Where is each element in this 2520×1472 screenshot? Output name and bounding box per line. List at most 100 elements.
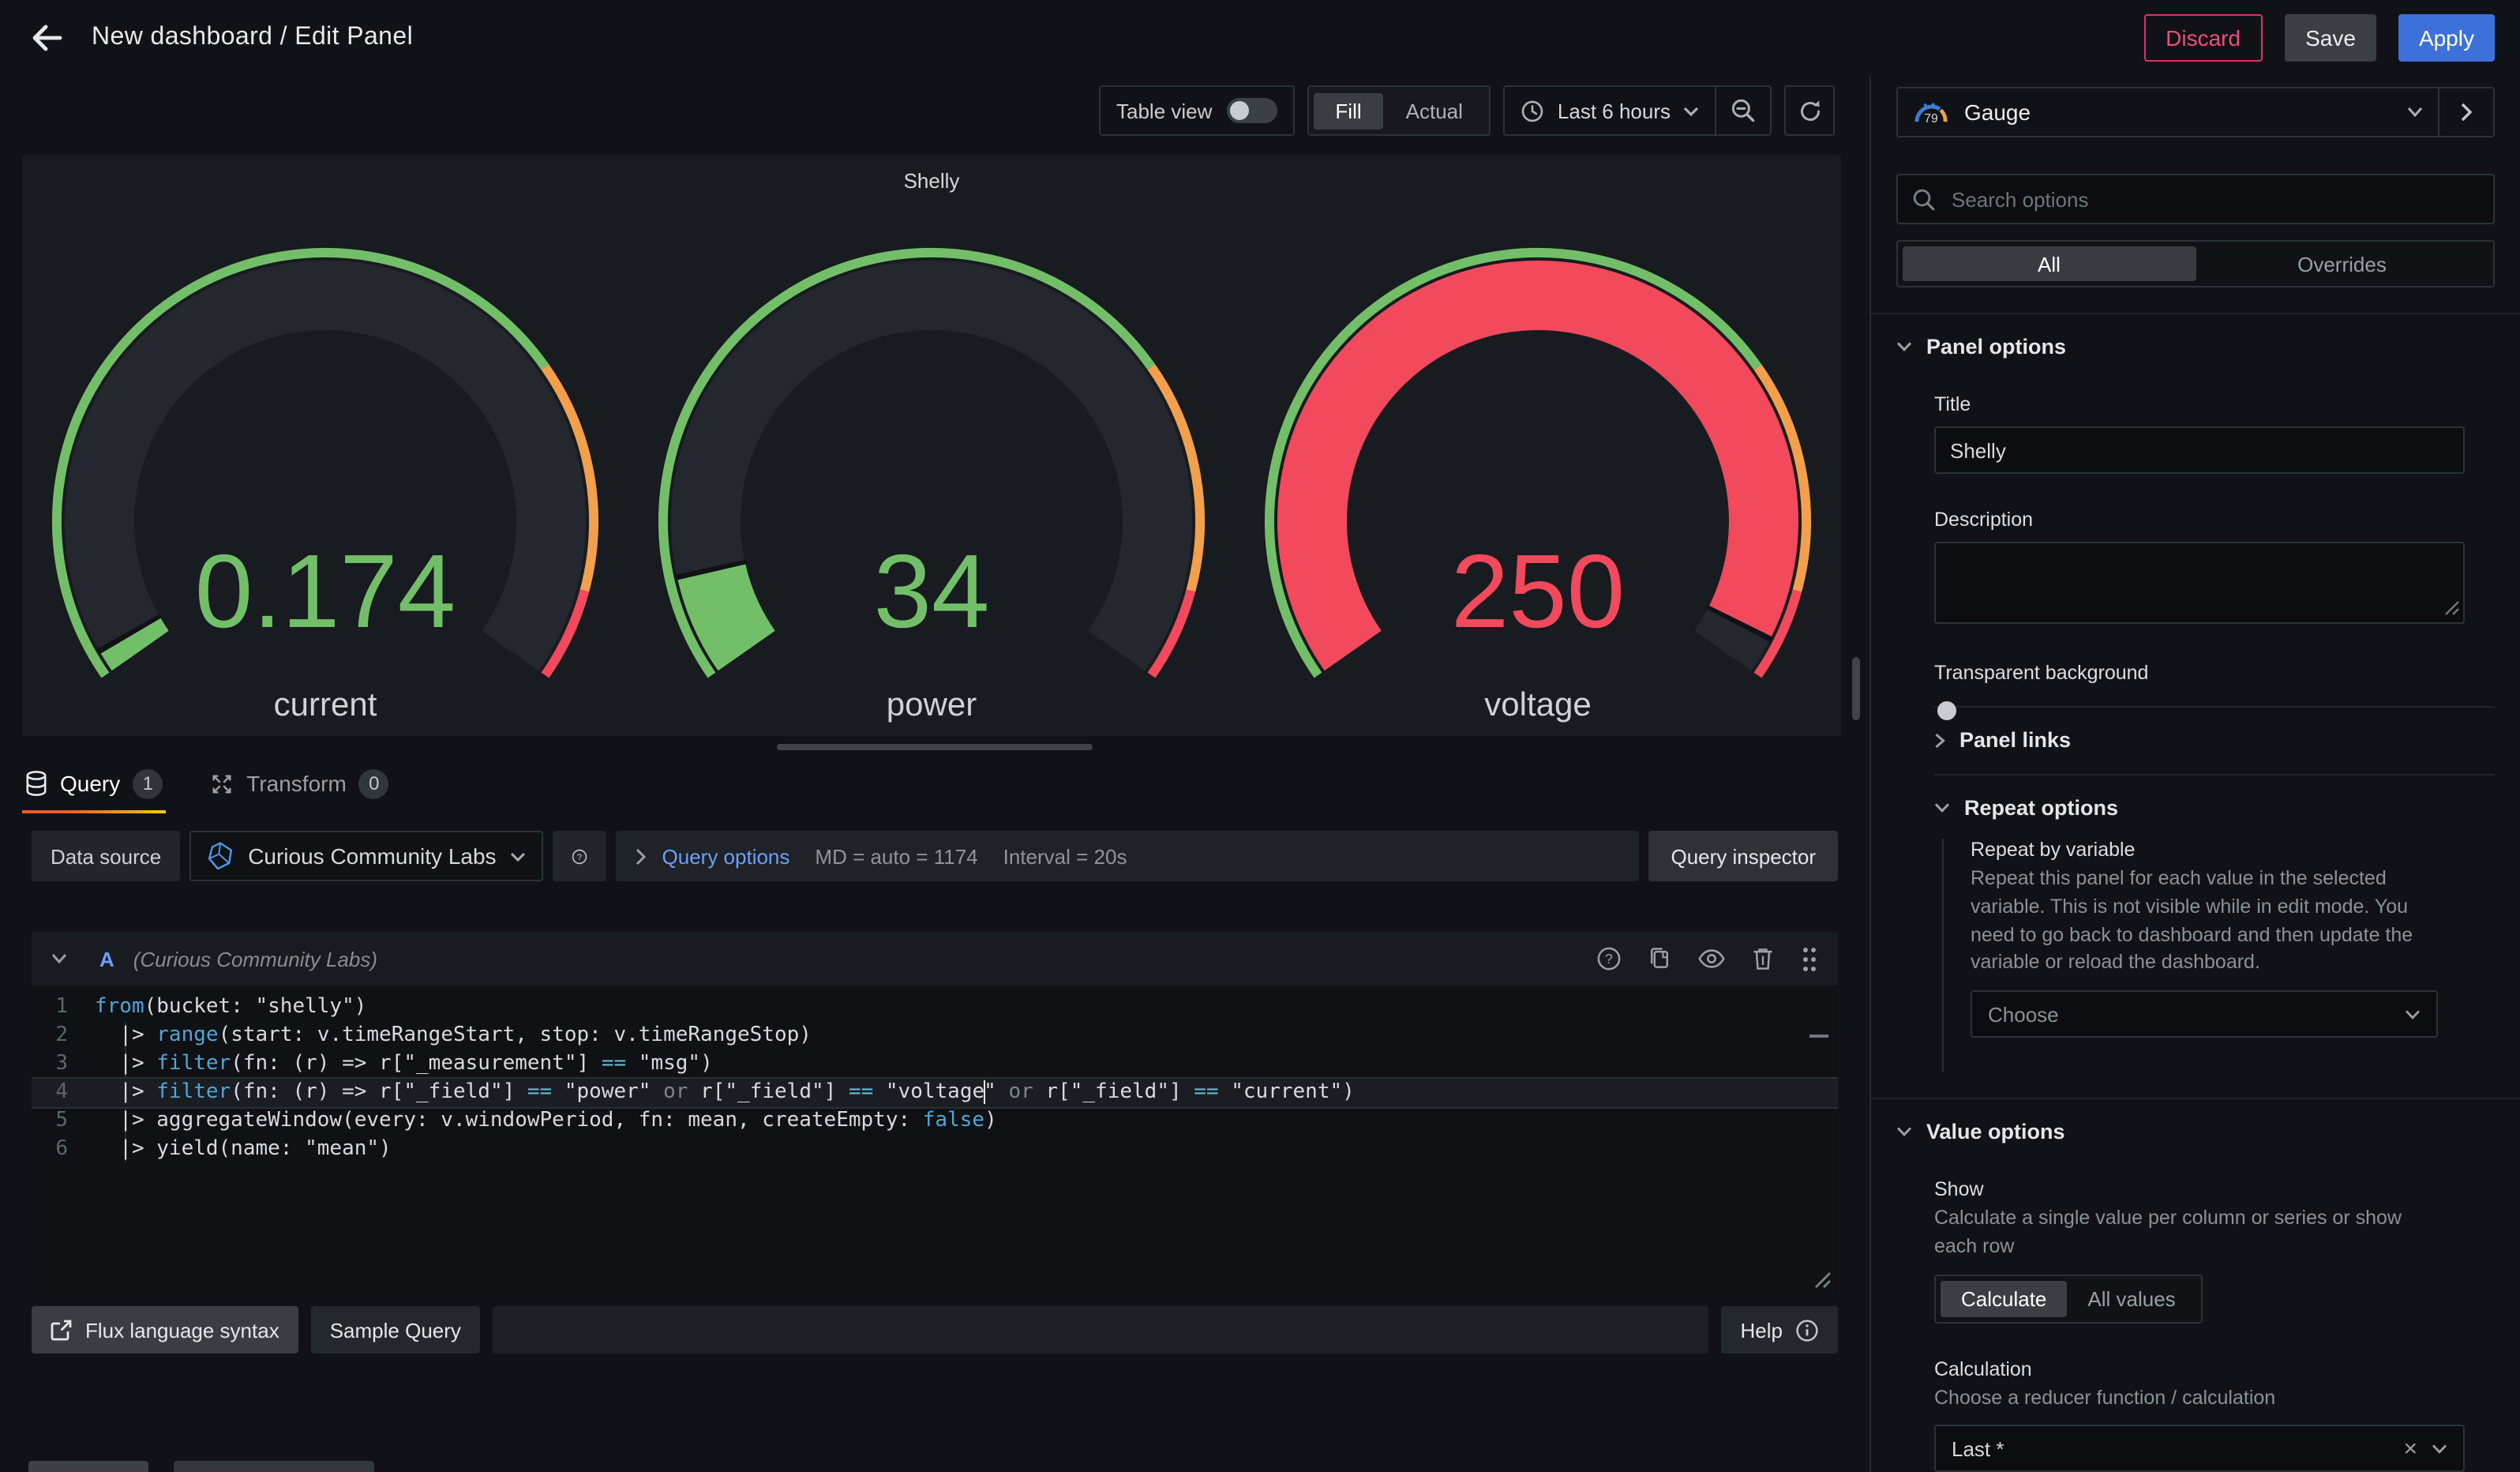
code-line-4[interactable]: 4 |> filter(fn: (r) => r["_field"] == "p… — [32, 1077, 1838, 1109]
apply-button[interactable]: Apply — [2398, 14, 2495, 62]
time-range-picker[interactable]: Last 6 hours — [1506, 87, 1715, 134]
datasource-row: Data source Curious Community Labs ? Que… — [32, 831, 1838, 881]
section-panel-links[interactable]: Panel links — [1934, 728, 2495, 752]
table-view-toggle[interactable] — [1226, 98, 1277, 123]
query-options-link[interactable]: Query options — [662, 844, 790, 868]
save-button[interactable]: Save — [2285, 14, 2376, 62]
calculation-value: Last * — [1952, 1437, 2403, 1461]
query-ref-id[interactable]: A — [99, 947, 114, 971]
code-line-5[interactable]: 5 |> aggregateWindow(every: v.windowPeri… — [32, 1107, 1838, 1136]
datasource-label: Data source — [32, 831, 180, 881]
show-label: Show — [1934, 1178, 2495, 1200]
chevron-down-icon — [1896, 341, 1912, 352]
panel-title-input[interactable] — [1934, 426, 2465, 474]
code-text: |> filter(fn: (r) => r["_field"] == "pow… — [95, 1079, 1355, 1107]
section-panel-options[interactable]: Panel options — [1896, 335, 2495, 359]
query-datasource-hint: (Curious Community Labs) — [133, 947, 377, 971]
calculate-option[interactable]: Calculate — [1941, 1280, 2067, 1316]
svg-text:79: 79 — [1924, 111, 1937, 125]
chevron-down-icon — [1896, 1126, 1912, 1137]
panel-resize-handle[interactable] — [777, 744, 1093, 750]
query-inspector-button[interactable]: Query inspector — [1648, 831, 1838, 881]
code-text: |> yield(name: "mean") — [95, 1136, 392, 1164]
search-icon — [1912, 187, 1936, 211]
refresh-icon — [1798, 99, 1821, 122]
gauge-viz-icon: 79 — [1912, 99, 1950, 126]
collapse-chevron-icon[interactable] — [51, 952, 68, 965]
chevron-right-icon — [1934, 732, 1945, 748]
svg-text:?: ? — [1605, 951, 1613, 967]
query-count-badge: 1 — [133, 768, 163, 798]
zoom-out-button[interactable] — [1716, 87, 1770, 134]
line-number: 5 — [32, 1107, 95, 1136]
chevron-down-icon — [511, 851, 527, 862]
repeat-description: Repeat this panel for each value in the … — [1971, 866, 2444, 978]
code-text: |> aggregateWindow(every: v.windowPeriod… — [95, 1107, 997, 1136]
calculation-label: Calculation — [1934, 1357, 2495, 1380]
code-text: |> range(start: v.timeRangeStart, stop: … — [95, 1022, 812, 1050]
repeat-variable-select[interactable]: Choose — [1971, 990, 2438, 1038]
flux-code-editor[interactable]: 1from(bucket: "shelly")2 |> range(start:… — [32, 986, 1838, 1295]
options-search-input[interactable] — [1948, 186, 2479, 212]
chevron-down-icon — [2432, 1444, 2447, 1455]
add-query-button-cutoff[interactable] — [28, 1461, 148, 1472]
fill-option[interactable]: Fill — [1313, 92, 1383, 129]
panel-title: Shelly — [22, 155, 1841, 196]
database-icon — [25, 771, 47, 796]
query-options-bar[interactable]: Query options MD = auto = 1174 Interval … — [617, 831, 1640, 881]
actual-option[interactable]: Actual — [1384, 92, 1485, 129]
gauge-panel[interactable]: Shelly 0.174current34power250voltage — [22, 155, 1841, 736]
visualization-select[interactable]: 79 Gauge — [1898, 99, 2438, 126]
toggle-options-pane-button[interactable] — [2439, 88, 2493, 136]
expression-button-cutoff[interactable] — [174, 1461, 374, 1472]
help-circle-icon[interactable]: ? — [1596, 946, 1622, 971]
panel-toolbar: Table view Fill Actual Last 6 hours — [0, 76, 1869, 145]
gauge-current: 0.174 current — [22, 196, 628, 727]
flux-syntax-button[interactable]: Flux language syntax — [32, 1306, 298, 1354]
help-button[interactable]: Help — [1722, 1306, 1839, 1354]
section-repeat-options[interactable]: Repeat options — [1934, 796, 2495, 820]
section-title: Panel options — [1926, 335, 2066, 359]
gauge-label: voltage — [1484, 685, 1591, 723]
main-scrollbar-thumb[interactable] — [1852, 657, 1860, 720]
transform-count-badge: 0 — [359, 768, 389, 798]
code-line-3[interactable]: 3 |> filter(fn: (r) => r["_measurement"]… — [32, 1050, 1838, 1079]
sample-query-button[interactable]: Sample Query — [311, 1306, 480, 1354]
code-text: |> filter(fn: (r) => r["_measurement"] =… — [95, 1050, 713, 1079]
repeat-by-variable-label: Repeat by variable — [1971, 839, 2495, 861]
section-title: Value options — [1926, 1120, 2065, 1143]
filter-tab-all[interactable]: All — [1903, 246, 2196, 281]
chevron-down-icon — [2405, 1008, 2421, 1020]
code-line-2[interactable]: 2 |> range(start: v.timeRangeStart, stop… — [32, 1022, 1838, 1050]
calculation-select[interactable]: Last * × — [1934, 1425, 2465, 1472]
options-search[interactable] — [1896, 174, 2495, 224]
clear-icon[interactable]: × — [2403, 1436, 2417, 1463]
filter-tab-overrides[interactable]: Overrides — [2196, 246, 2488, 281]
gauge-value: 0.174 — [195, 533, 456, 649]
code-line-1[interactable]: 1from(bucket: "shelly") — [32, 993, 1838, 1022]
section-value-options[interactable]: Value options — [1896, 1120, 2495, 1143]
footer-strip — [493, 1306, 1709, 1354]
discard-button[interactable]: Discard — [2143, 14, 2263, 62]
datasource-help-button[interactable]: ? — [553, 831, 607, 881]
drag-handle-icon[interactable] — [1800, 945, 1819, 972]
trash-icon[interactable] — [1751, 946, 1775, 971]
tab-transform[interactable]: Transform 0 — [207, 753, 392, 813]
eye-icon[interactable] — [1697, 948, 1726, 970]
duplicate-icon[interactable] — [1647, 946, 1672, 971]
description-label: Description — [1934, 509, 2495, 531]
back-arrow-icon[interactable] — [25, 16, 69, 60]
gauge-label: current — [274, 685, 377, 723]
panel-description-textarea[interactable] — [1934, 542, 2465, 624]
tab-query[interactable]: Query 1 — [22, 753, 166, 813]
title-label: Title — [1934, 393, 2495, 415]
query-footer-row: Flux language syntax Sample Query Help — [32, 1306, 1838, 1354]
datasource-name: Curious Community Labs — [248, 843, 496, 869]
all-values-option[interactable]: All values — [2067, 1280, 2196, 1316]
code-line-6[interactable]: 6 |> yield(name: "mean") — [32, 1136, 1838, 1164]
main-area: Table view Fill Actual Last 6 hours — [0, 76, 1869, 1472]
refresh-button[interactable] — [1784, 85, 1835, 136]
gauge-power: 34power — [628, 196, 1235, 727]
editor-resize-corner-icon[interactable] — [1814, 1271, 1832, 1289]
datasource-picker[interactable]: Curious Community Labs — [189, 831, 543, 881]
